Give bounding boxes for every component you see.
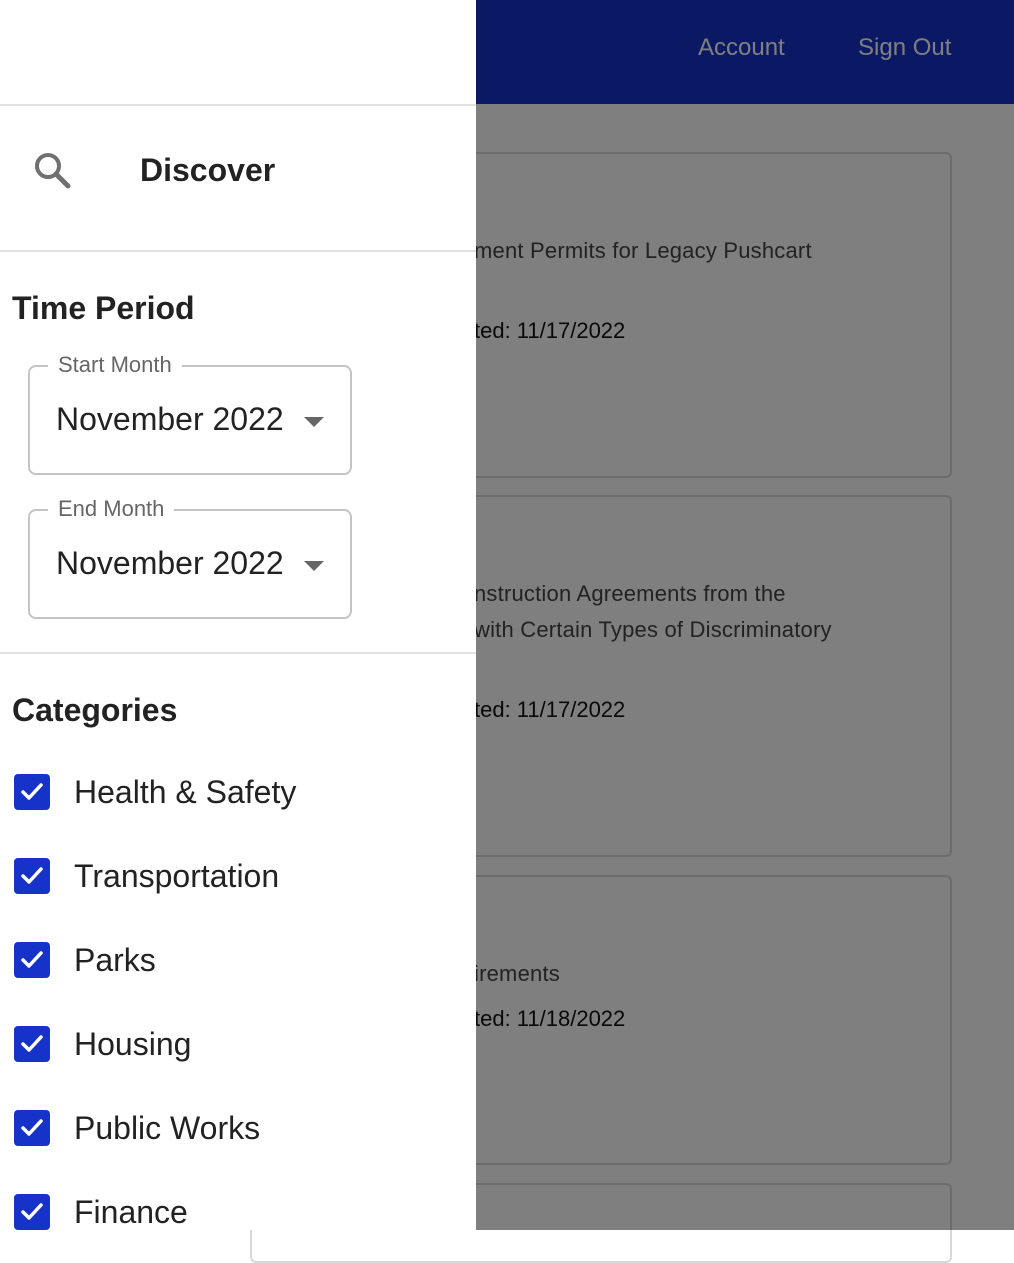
start-month-value: November 2022 [56,401,284,437]
checkbox-checked-icon[interactable] [14,1110,50,1146]
category-label: Housing [74,1026,192,1062]
category-label: Transportation [74,858,280,894]
search-icon [32,150,72,190]
category-housing[interactable]: Housing [12,1014,462,1074]
category-finance[interactable]: Finance [12,1182,462,1230]
chevron-down-icon [304,417,324,427]
divider [0,652,476,654]
start-month-label: Start Month [48,351,182,379]
start-month-select[interactable]: Start Month November 2022 [28,351,352,475]
category-parks[interactable]: Parks [12,930,462,990]
category-label: Health & Safety [74,774,297,810]
checkbox-checked-icon[interactable] [14,942,50,978]
category-label: Finance [74,1194,188,1230]
discover-label: Discover [140,152,276,188]
category-label: Parks [74,942,156,978]
time-period-heading: Time Period [12,290,195,326]
category-label: Public Works [74,1110,261,1146]
checkbox-checked-icon[interactable] [14,1194,50,1230]
category-transportation[interactable]: Transportation [12,846,462,906]
category-health-safety[interactable]: Health & Safety [12,762,462,822]
checkbox-checked-icon[interactable] [14,858,50,894]
chevron-down-icon [304,561,324,571]
checkbox-checked-icon[interactable] [14,774,50,810]
end-month-select[interactable]: End Month November 2022 [28,495,352,619]
divider [0,250,476,252]
categories-heading: Categories [12,692,178,728]
end-month-label: End Month [48,495,175,523]
end-month-value: November 2022 [56,545,284,581]
filter-drawer: Discover Time Period Start Month Novembe… [0,0,476,1230]
checkbox-checked-icon[interactable] [14,1026,50,1062]
category-public-works[interactable]: Public Works [12,1098,462,1158]
